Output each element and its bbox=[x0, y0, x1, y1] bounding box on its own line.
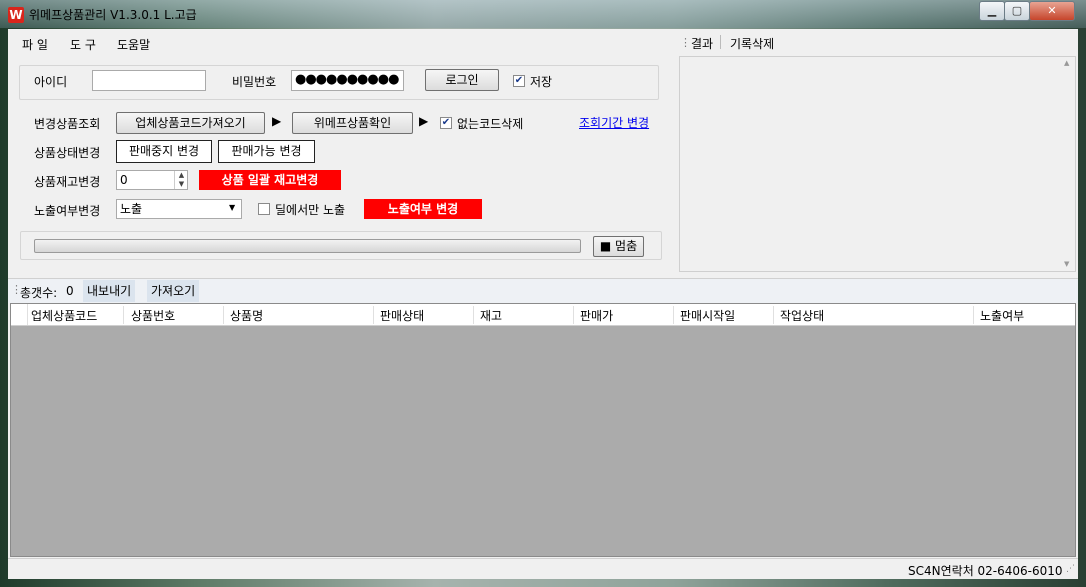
status-change-label: 상품상태변경 bbox=[34, 146, 101, 160]
delete-missing-checkbox[interactable]: ✔ bbox=[440, 117, 452, 129]
row-header-cell bbox=[11, 304, 28, 325]
stop-label: 멈춤 bbox=[615, 239, 638, 253]
scroll-up-icon[interactable]: ▲ bbox=[1064, 59, 1069, 67]
total-count-label: 총갯수: bbox=[20, 286, 58, 300]
column-divider bbox=[223, 306, 224, 324]
maximize-button[interactable]: ▢ bbox=[1004, 1, 1030, 21]
column-divider bbox=[673, 306, 674, 324]
period-change-link[interactable]: 조회기간 변경 bbox=[579, 114, 649, 131]
resize-grip-icon[interactable]: ⋰ bbox=[1066, 564, 1075, 574]
scroll-down-icon[interactable]: ▼ bbox=[1064, 260, 1069, 268]
column-header[interactable]: 판매시작일 bbox=[680, 307, 735, 324]
confirm-products-button[interactable]: 위메프상품확인 bbox=[292, 112, 413, 134]
column-header[interactable]: 판매가 bbox=[580, 307, 613, 324]
window-title: 위메프상품관리 V1.3.0.1 L.고급 bbox=[29, 8, 197, 22]
id-label: 아이디 bbox=[34, 75, 68, 89]
available-sale-button[interactable]: 판매가능 변경 bbox=[218, 140, 315, 163]
expose-select-value: 노출 bbox=[120, 202, 143, 216]
column-divider bbox=[773, 306, 774, 324]
stock-value: 0 bbox=[120, 173, 128, 187]
column-header[interactable]: 판매상태 bbox=[380, 307, 424, 324]
stop-icon: ■ bbox=[599, 239, 612, 253]
menu-help[interactable]: 도움말 bbox=[117, 36, 150, 53]
app-icon: W bbox=[8, 7, 24, 23]
product-grid[interactable] bbox=[10, 303, 1076, 557]
menu-file[interactable]: 파 일 bbox=[22, 36, 48, 53]
stop-button[interactable]: ■ 멈춤 bbox=[593, 236, 644, 257]
minimize-button[interactable]: ▁ bbox=[979, 1, 1005, 21]
export-button[interactable]: 내보내기 bbox=[83, 280, 136, 302]
divider bbox=[720, 35, 721, 49]
password-input[interactable]: ●●●●●●●●●● bbox=[291, 70, 404, 91]
column-header[interactable]: 재고 bbox=[480, 307, 502, 324]
save-checkbox[interactable]: ✔ bbox=[513, 75, 525, 87]
tab-clear-log[interactable]: 기록삭제 bbox=[730, 35, 774, 52]
result-log[interactable] bbox=[679, 56, 1076, 272]
stop-sale-button[interactable]: 판매중지 변경 bbox=[116, 140, 212, 163]
grip-icon: ⋮ bbox=[680, 36, 691, 49]
deal-only-checkbox[interactable] bbox=[258, 203, 270, 215]
arrow-right-icon: ▶ bbox=[272, 114, 282, 128]
lookup-label: 변경상품조회 bbox=[34, 117, 101, 131]
expose-change-label: 노출여부변경 bbox=[34, 204, 101, 218]
column-divider bbox=[573, 306, 574, 324]
close-button[interactable]: ✕ bbox=[1029, 1, 1075, 21]
stepper-arrows-icon[interactable]: ▲ ▼ bbox=[174, 171, 188, 189]
fetch-codes-button[interactable]: 업체상품코드가져오기 bbox=[116, 112, 265, 134]
stock-change-label: 상품재고변경 bbox=[34, 175, 101, 189]
column-header[interactable]: 작업상태 bbox=[780, 307, 824, 324]
expose-change-button[interactable]: 노출여부 변경 bbox=[364, 199, 482, 219]
expose-select[interactable]: 노출 bbox=[116, 199, 242, 219]
chevron-down-icon: ▼ bbox=[229, 203, 236, 212]
deal-only-label: 딜에서만 노출 bbox=[275, 203, 346, 217]
column-header[interactable]: 상품명 bbox=[230, 307, 263, 324]
save-label: 저장 bbox=[530, 75, 553, 89]
column-header[interactable]: 노출여부 bbox=[980, 307, 1024, 324]
column-header[interactable]: 업체상품코드 bbox=[31, 307, 97, 324]
password-label: 비밀번호 bbox=[232, 75, 277, 89]
delete-missing-label: 없는코드삭제 bbox=[457, 117, 524, 131]
arrow-right-icon: ▶ bbox=[419, 114, 429, 128]
tab-result[interactable]: 결과 bbox=[691, 35, 713, 52]
progress-bar bbox=[34, 239, 581, 253]
id-input[interactable] bbox=[92, 70, 206, 91]
total-count-value: 0 bbox=[66, 284, 74, 298]
import-button[interactable]: 가져오기 bbox=[147, 280, 200, 302]
bulk-stock-button[interactable]: 상품 일괄 재고변경 bbox=[199, 170, 341, 190]
login-button[interactable]: 로그인 bbox=[425, 69, 499, 91]
column-divider bbox=[373, 306, 374, 324]
contact-text: SC4N연락처 02-6406-6010 bbox=[908, 564, 1063, 578]
column-divider bbox=[123, 306, 124, 324]
column-divider bbox=[473, 306, 474, 324]
column-header[interactable]: 상품번호 bbox=[131, 307, 175, 324]
column-divider bbox=[973, 306, 974, 324]
menu-tools[interactable]: 도 구 bbox=[70, 36, 96, 53]
